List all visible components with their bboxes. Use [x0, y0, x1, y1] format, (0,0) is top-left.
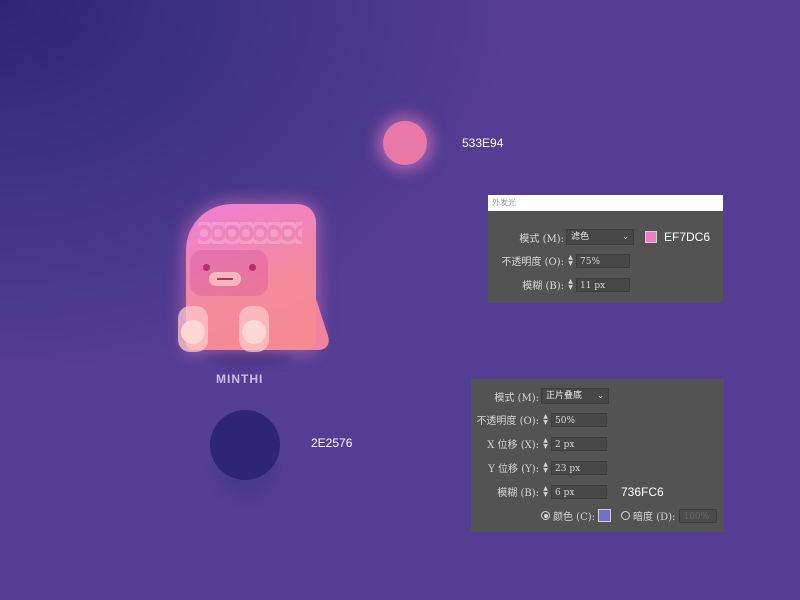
top-swatch-hex: 533E94: [462, 136, 504, 150]
y-offset-label: Y 位移 (Y):: [488, 464, 539, 475]
darkness-input[interactable]: 100%: [679, 508, 718, 523]
left-paw: [178, 306, 208, 352]
x-offset-input[interactable]: 2 px: [551, 436, 607, 451]
monster-mouth: [209, 272, 241, 286]
opacity-label: 不透明度 (O):: [501, 257, 564, 268]
opacity-label: 不透明度 (O):: [476, 416, 539, 427]
bottom-swatch-hex: 2E2576: [311, 436, 353, 450]
stepper-arrows-icon[interactable]: ▲ ▼: [541, 437, 550, 451]
drop-shadow-panel: 模式 (M): 正片叠底 ⌄ 不透明度 (O): ▲ ▼ 50% X 位移 (X)…: [471, 379, 724, 532]
blend-mode-select[interactable]: 正片叠底 ⌄: [541, 388, 609, 404]
darkness-radio[interactable]: [621, 511, 631, 520]
color-radio-label: 颜色 (C):: [553, 512, 596, 523]
stepper-arrows-icon[interactable]: ▲ ▼: [566, 254, 575, 268]
y-offset-input[interactable]: 23 px: [551, 460, 607, 475]
darkness-radio-label: 暗度 (D):: [633, 512, 676, 523]
opacity-input[interactable]: 75%: [576, 253, 630, 268]
outer-glow-panel: 外发光 模式 (M): 滤色 ⌄ EF7DC6 不透明度 (O): ▲ ▼ 75%…: [488, 195, 723, 303]
blur-label: 模糊 (B):: [497, 488, 539, 499]
blend-mode-value: 滤色: [571, 232, 590, 242]
color-radio[interactable]: [541, 511, 550, 520]
mode-label: 模式 (M):: [519, 233, 564, 245]
stepper-arrows-icon[interactable]: ▲ ▼: [541, 461, 550, 475]
shadow-color-swatch[interactable]: [598, 509, 612, 522]
x-offset-label: X 位移 (X):: [487, 440, 539, 451]
outer-glow-title: 外发光: [488, 195, 723, 211]
shadow-color-hex: 736FC6: [621, 484, 664, 499]
shadow-circle-sample: [210, 410, 280, 480]
brand-name: MINTHI: [216, 372, 264, 386]
monster-illustration: [178, 200, 333, 364]
blur-input[interactable]: 6 px: [551, 484, 607, 499]
stepper-arrows-icon[interactable]: ▲ ▼: [541, 413, 550, 427]
chevron-down-icon: ⌄: [622, 232, 629, 241]
blend-mode-select[interactable]: 滤色 ⌄: [566, 229, 634, 245]
blur-input[interactable]: 11 px: [576, 277, 630, 292]
left-eye: [203, 264, 210, 271]
stepper-arrows-icon[interactable]: ▲ ▼: [541, 485, 550, 499]
blur-label: 模糊 (B):: [522, 281, 564, 292]
blend-mode-value: 正片叠底: [546, 391, 583, 401]
opacity-input[interactable]: 50%: [551, 412, 607, 427]
glow-color-hex: EF7DC6: [664, 230, 711, 244]
glow-circle-sample: [383, 121, 427, 165]
chevron-down-icon: ⌄: [597, 391, 604, 400]
knit-pattern: [198, 222, 302, 244]
glow-color-swatch[interactable]: [645, 231, 657, 243]
stepper-arrows-icon[interactable]: ▲ ▼: [566, 278, 575, 292]
right-paw: [239, 306, 269, 352]
mode-label: 模式 (M):: [494, 392, 539, 404]
right-eye: [249, 264, 256, 271]
monster-shadow: [204, 350, 294, 364]
